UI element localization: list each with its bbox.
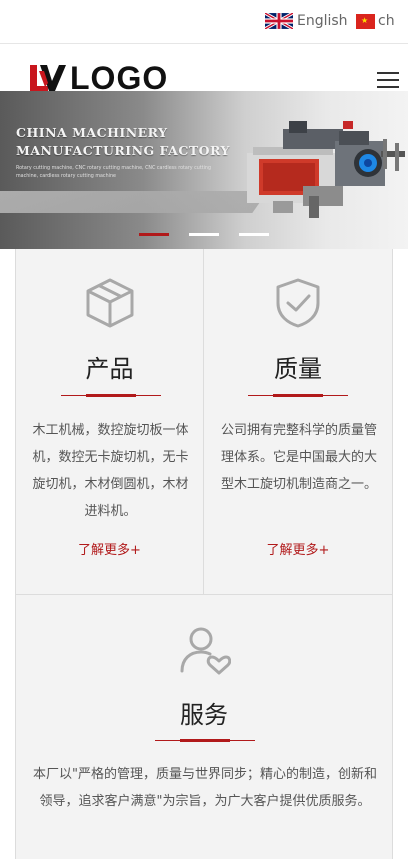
language-chinese-label: ch <box>378 13 395 29</box>
hamburger-menu-icon[interactable] <box>377 72 399 88</box>
shield-check-icon <box>276 278 320 328</box>
feature-grid: 产品 木工机械，数控旋切板一体机，数控无卡旋切机，无卡旋切机，木材倒圆机，木材进… <box>15 249 393 859</box>
learn-more-products-link[interactable]: 了解更多+ <box>16 539 203 558</box>
banner-subtitle: Rotary cutting machine, CNC rotary cutti… <box>16 166 212 179</box>
uk-flag-icon <box>265 13 293 29</box>
banner-dot-1[interactable] <box>139 233 169 236</box>
banner-stripe <box>0 191 268 213</box>
feature-title-quality: 质量 <box>274 355 322 383</box>
feature-desc-products: 木工机械，数控旋切板一体机，数控无卡旋切机，无卡旋切机，木材倒圆机，木材进料机。 <box>32 423 189 519</box>
banner-dot-2[interactable] <box>189 233 219 236</box>
feature-divider-service <box>155 739 255 742</box>
feature-divider-products <box>61 394 161 397</box>
banner-title-line2: MANUFACTURING FACTORY <box>16 143 230 158</box>
rotary-cutting-machine-image <box>247 121 405 218</box>
banner-pagination <box>0 233 408 237</box>
user-heart-icon <box>180 627 231 675</box>
feature-title-service: 服务 <box>180 701 228 729</box>
language-english-label: English <box>297 13 348 29</box>
feature-desc-quality: 公司拥有完整科学的质量管理体系。它是中国最大的大型木工旋切机制造商之一。 <box>220 423 377 492</box>
feature-card-products: 产品 木工机械，数控旋切板一体机，数控无卡旋切机，无卡旋切机，木材倒圆机，木材进… <box>15 249 204 594</box>
feature-card-service: 服务 本厂以"严格的管理，质量与世界同步；精心的制造，创新和领导，追求客户满意"… <box>15 594 393 859</box>
feature-card-quality: 质量 公司拥有完整科学的质量管理体系。它是中国最大的大型木工旋切机制造商之一。 … <box>204 249 393 594</box>
feature-title-products: 产品 <box>85 355 134 383</box>
feature-desc-service: 本厂以"严格的管理，质量与世界同步；精心的制造，创新和领导，追求客户满意"为宗旨… <box>33 767 377 809</box>
cube-icon <box>86 278 134 328</box>
site-header: LOGO <box>0 45 408 96</box>
hero-banner[interactable]: CHINA MACHINERY MANUFACTURING FACTORY Ro… <box>0 91 408 249</box>
banner-title-line1: CHINA MACHINERY <box>16 125 168 140</box>
learn-more-quality-link[interactable]: 了解更多+ <box>204 539 392 558</box>
logo-text: LOGO <box>70 60 169 96</box>
language-bar: English ch <box>0 0 408 44</box>
banner-dot-3[interactable] <box>239 233 269 236</box>
language-english-link[interactable]: English <box>265 13 348 29</box>
language-chinese-link[interactable]: ch <box>356 13 395 29</box>
feature-divider-quality <box>248 394 348 397</box>
site-logo[interactable]: LOGO <box>28 60 169 96</box>
logo-mark-icon <box>30 65 66 91</box>
flag-icon <box>356 13 375 29</box>
